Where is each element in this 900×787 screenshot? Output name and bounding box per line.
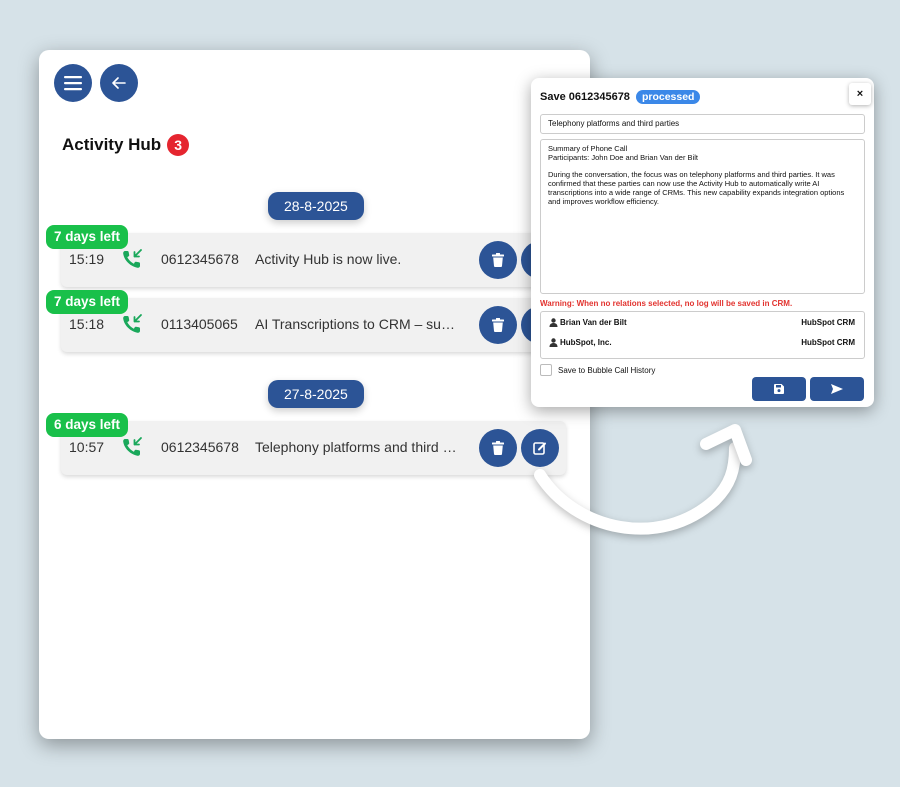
subject-input[interactable]: Telephony platforms and third parties xyxy=(540,114,865,134)
dialog-title: Save 0612345678 processed xyxy=(540,90,701,104)
relation-name: HubSpot, Inc. xyxy=(549,338,612,347)
incoming-call-icon xyxy=(123,437,142,456)
user-icon xyxy=(549,318,558,327)
incoming-call-icon xyxy=(123,249,142,268)
trash-icon xyxy=(492,318,504,332)
close-icon: × xyxy=(856,88,864,100)
incoming-call-icon xyxy=(123,314,142,333)
floppy-disk-icon xyxy=(774,384,784,394)
trash-icon xyxy=(492,253,504,267)
warning-text: Warning: When no relations selected, no … xyxy=(540,299,793,308)
save-history-label: Save to Bubble Call History xyxy=(558,365,656,375)
curved-arrow-icon xyxy=(534,424,752,535)
call-row[interactable]: 10:57 0612345678 Telephony platforms and… xyxy=(61,421,566,475)
call-number: 0113405065 xyxy=(161,316,238,332)
relation-item[interactable]: HubSpot, Inc. HubSpot CRM xyxy=(549,336,855,350)
call-subject: Telephony platforms and third parties xyxy=(255,439,460,455)
close-button[interactable]: × xyxy=(849,83,871,105)
summary-textarea[interactable]: Summary of Phone Call Participants: John… xyxy=(540,139,865,294)
call-number: 0612345678 xyxy=(161,439,239,455)
count-badge: 3 xyxy=(167,134,190,156)
relation-crm: HubSpot CRM xyxy=(801,338,855,347)
relation-crm: HubSpot CRM xyxy=(801,318,855,327)
call-number: 0612345678 xyxy=(161,251,239,267)
menu-button[interactable] xyxy=(54,64,92,102)
call-time: 15:19 xyxy=(69,251,105,267)
dialog-title-text: Save 0612345678 xyxy=(540,91,630,103)
date-separator: 27-8-2025 xyxy=(268,380,364,408)
send-button[interactable] xyxy=(810,377,864,401)
days-left-badge: 7 days left xyxy=(46,290,129,314)
delete-button[interactable] xyxy=(479,241,517,279)
page-title-text: Activity Hub xyxy=(62,135,162,154)
call-subject: Activity Hub is now live. xyxy=(255,251,402,267)
date-separator: 28-8-2025 xyxy=(268,192,364,220)
save-button[interactable] xyxy=(752,377,806,401)
delete-button[interactable] xyxy=(479,429,517,467)
save-history-option: Save to Bubble Call History xyxy=(540,364,655,376)
status-badge: processed xyxy=(635,90,701,104)
back-button[interactable] xyxy=(100,64,138,102)
relation-item[interactable]: Brian Van der Bilt HubSpot CRM xyxy=(549,316,855,330)
call-subject: AI Transcriptions to CRM – supports many… xyxy=(255,316,460,332)
relation-name-text: HubSpot, Inc. xyxy=(560,338,612,347)
send-icon xyxy=(831,384,843,394)
call-time: 15:18 xyxy=(69,316,105,332)
save-history-checkbox[interactable] xyxy=(540,364,552,376)
call-time: 10:57 xyxy=(69,439,105,455)
page-title: Activity Hub 3 xyxy=(62,134,190,156)
relations-list: Brian Van der Bilt HubSpot CRM HubSpot, … xyxy=(540,311,865,359)
delete-button[interactable] xyxy=(479,306,517,344)
days-left-badge: 6 days left xyxy=(46,413,129,437)
arrow-left-icon xyxy=(112,77,126,89)
relation-name: Brian Van der Bilt xyxy=(549,318,627,327)
call-row[interactable]: 15:18 0113405065 AI Transcriptions to CR… xyxy=(61,298,566,352)
save-call-dialog: Save 0612345678 processed × Telephony pl… xyxy=(531,78,874,407)
days-left-badge: 7 days left xyxy=(46,225,129,249)
menu-icon xyxy=(64,76,82,91)
activity-hub-panel: Activity Hub 3 28-8-2025 15:19 061234567… xyxy=(39,50,590,739)
call-row[interactable]: 15:19 0612345678 Activity Hub is now liv… xyxy=(61,233,566,287)
user-icon xyxy=(549,338,558,347)
relation-name-text: Brian Van der Bilt xyxy=(560,318,627,327)
trash-icon xyxy=(492,441,504,455)
